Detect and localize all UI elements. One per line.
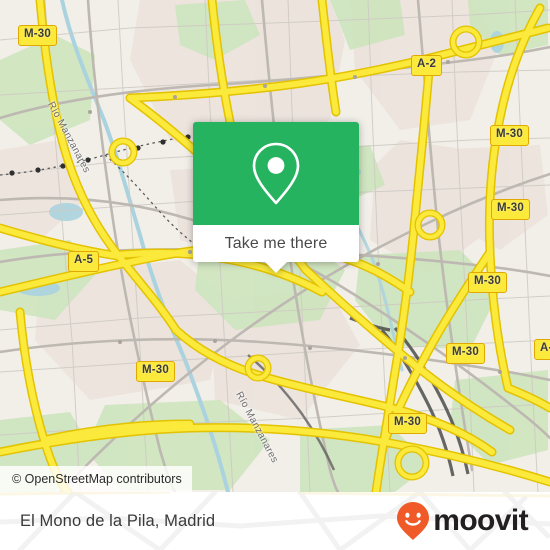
road-shield-a5[interactable]: A-5	[68, 251, 100, 272]
attribution-text: © OpenStreetMap contributors	[12, 472, 182, 486]
popup-cta[interactable]: Take me there	[193, 225, 359, 273]
road-shield-a3[interactable]: A-3	[534, 339, 550, 360]
map-canvas[interactable]: M-30 A-2 M-30 M-30 A-5 M-30 M-30 A-3 M-3…	[0, 0, 550, 492]
road-shield-m30[interactable]: M-30	[490, 125, 530, 146]
road-shield-m30[interactable]: M-30	[388, 413, 428, 434]
moovit-map-screen: M-30 A-2 M-30 M-30 A-5 M-30 M-30 A-3 M-3…	[0, 0, 550, 550]
road-shield-m30[interactable]: M-30	[446, 343, 486, 364]
popup-icon-area	[193, 122, 359, 225]
moovit-smile-pin-icon	[397, 502, 430, 540]
road-shield-m30[interactable]: M-30	[136, 361, 176, 382]
popup-cta-label: Take me there	[224, 234, 328, 252]
road-shield-a2[interactable]: A-2	[411, 55, 443, 76]
map-attribution[interactable]: © OpenStreetMap contributors	[0, 466, 192, 492]
road-shield-m30[interactable]: M-30	[491, 199, 531, 220]
popup-pointer	[265, 262, 287, 273]
location-popup-card[interactable]: Take me there	[193, 122, 359, 273]
road-shield-m30[interactable]: M-30	[18, 25, 58, 46]
moovit-logo[interactable]: moovit	[396, 501, 529, 541]
moovit-wordmark: moovit	[433, 504, 528, 537]
road-shield-m30[interactable]: M-30	[468, 272, 508, 293]
place-title: El Mono de la Pila, Madrid	[20, 511, 216, 530]
map-pin-icon	[252, 142, 300, 204]
footer-bar: El Mono de la Pila, Madrid moovit	[0, 492, 550, 550]
